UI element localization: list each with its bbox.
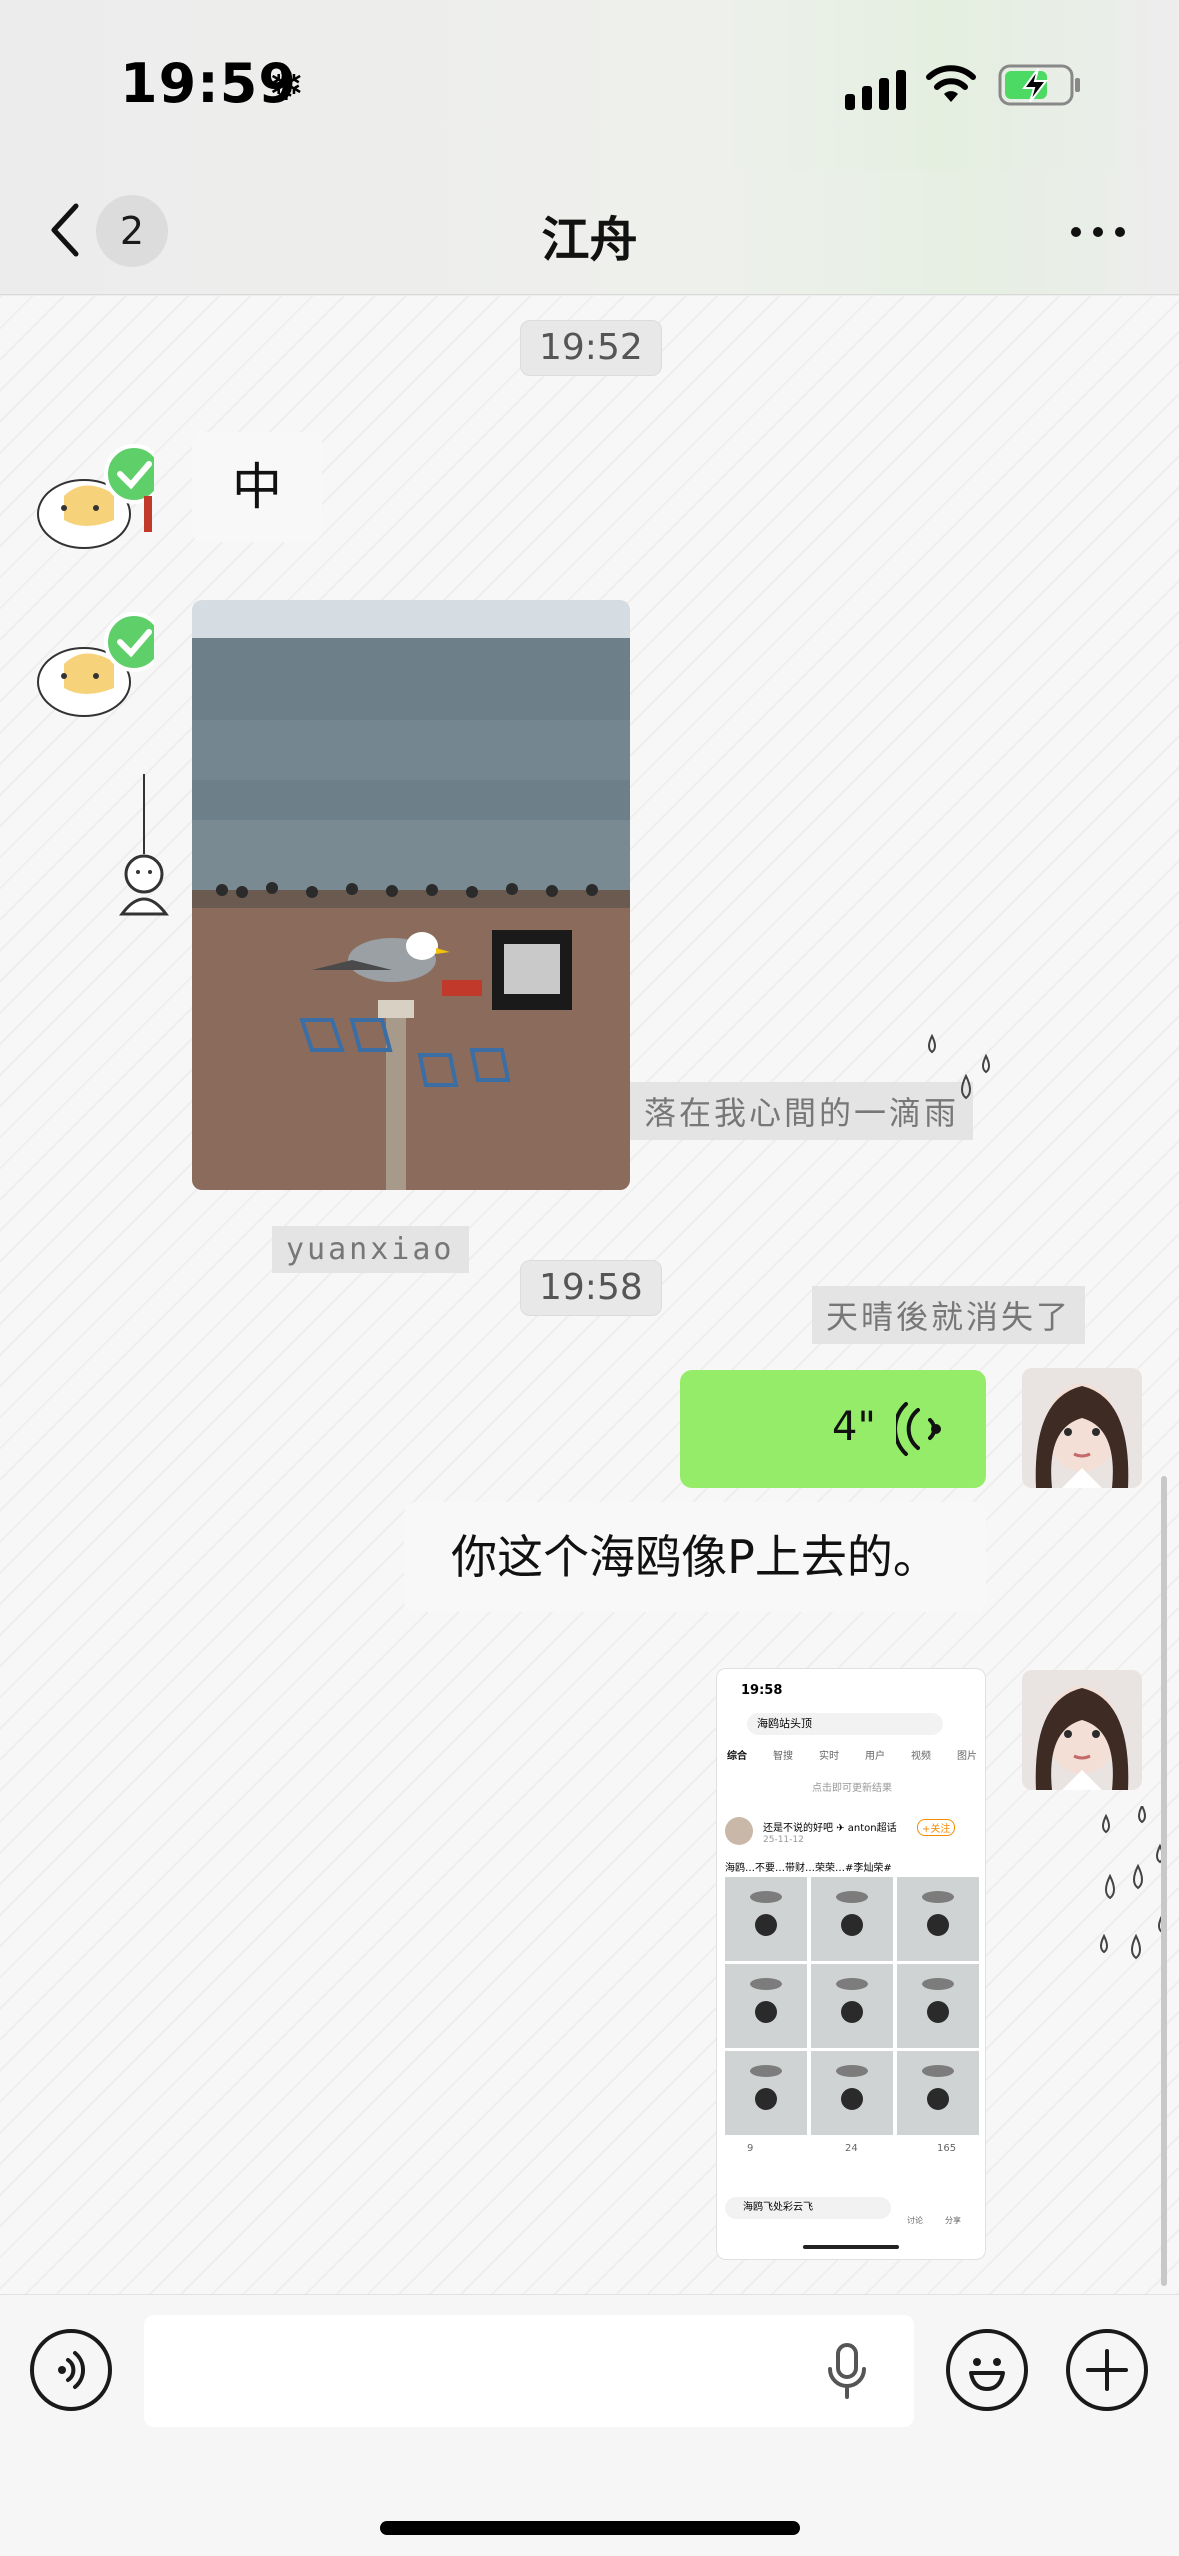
shared-stat-comment: 24 bbox=[845, 2143, 858, 2154]
wifi-icon bbox=[926, 65, 976, 102]
shared-photo-grid bbox=[725, 1877, 979, 2135]
message-image-seagull[interactable] bbox=[192, 600, 630, 1190]
signal-icon bbox=[845, 70, 906, 110]
message-input-bar bbox=[0, 2294, 1179, 2556]
microphone-icon[interactable] bbox=[824, 2343, 870, 2401]
emoji-button[interactable] bbox=[946, 2329, 1028, 2411]
shared-post-user: 还是不说的好吧 ✈ anton超话 bbox=[763, 1823, 897, 1834]
shared-tab: 视频 bbox=[911, 1751, 931, 1762]
more-dots-icon[interactable] bbox=[1068, 222, 1128, 242]
shared-time: 19:58 bbox=[741, 1683, 783, 1698]
shared-post-date: 25-11-12 bbox=[763, 1835, 804, 1845]
shared-tabs: 综合 智搜 实时 用户 视频 图片 bbox=[727, 1747, 977, 1762]
voice-duration: 4" bbox=[832, 1404, 876, 1450]
shared-action-share: 分享 bbox=[945, 2216, 961, 2225]
status-bar: 19:59 ❄ bbox=[0, 0, 1179, 170]
raindrop-decoration bbox=[1100, 1806, 1166, 1960]
voice-mode-button[interactable] bbox=[30, 2329, 112, 2411]
shared-post-text: 海鸥…不要…带财…荣荣…#李灿荣# bbox=[725, 1863, 892, 1874]
plus-button[interactable] bbox=[1066, 2329, 1148, 2411]
battery-charging-icon bbox=[998, 64, 1080, 106]
message-bubble-text[interactable]: 中 bbox=[192, 432, 322, 542]
chat-title: 江舟 bbox=[541, 212, 638, 268]
shared-refresh-hint: 点击即可更新结果 bbox=[812, 1783, 892, 1794]
user-avatar[interactable] bbox=[1022, 1670, 1142, 1790]
voice-mode-icon bbox=[58, 2351, 86, 2389]
shared-stat-like: 165 bbox=[937, 2143, 957, 2154]
user-avatar[interactable] bbox=[1022, 1368, 1142, 1488]
plus-icon bbox=[1086, 2349, 1128, 2391]
message-timestamp: 19:52 bbox=[520, 320, 662, 376]
voice-message-bubble[interactable]: 4" bbox=[680, 1370, 986, 1488]
raindrop-decoration bbox=[928, 1033, 990, 1100]
decor-tag-sunny: 天晴後就消失了 bbox=[812, 1286, 1086, 1344]
message-timestamp: 19:58 bbox=[520, 1260, 662, 1316]
shared-action-discuss: 讨论 bbox=[907, 2216, 923, 2225]
shared-follow-button: +关注 bbox=[917, 1819, 956, 1836]
voice-wave-icon bbox=[896, 1402, 941, 1456]
message-input[interactable] bbox=[144, 2315, 914, 2427]
chat-nav-bar: 2 江舟 bbox=[0, 170, 1179, 295]
shared-tab: 综合 bbox=[727, 1751, 747, 1762]
contact-avatar[interactable] bbox=[34, 604, 154, 724]
shared-tab: 实时 bbox=[819, 1751, 839, 1762]
contact-avatar[interactable] bbox=[34, 436, 154, 556]
shared-search-box: 海鸥站头顶 bbox=[747, 1713, 943, 1735]
shared-home-indicator bbox=[803, 2245, 899, 2249]
shared-bottom-search: 海鸥飞处彩云飞 bbox=[725, 2197, 891, 2219]
shared-post-avatar bbox=[725, 1817, 753, 1845]
emoji-icon bbox=[969, 2358, 1005, 2391]
shared-tab: 图片 bbox=[957, 1751, 977, 1762]
shared-tab: 智搜 bbox=[773, 1751, 793, 1762]
decor-tag-yuanxiao: yuanxiao bbox=[272, 1226, 469, 1273]
chat-message-list[interactable]: 19:52 中 yuanxiao 落在我心間的一滴雨 天晴後就消失了 19:58… bbox=[0, 296, 1179, 2294]
chat-scrollbar[interactable] bbox=[1161, 1476, 1167, 2286]
message-image-screenshot[interactable]: 19:58 海鸥站头顶 综合 智搜 实时 用户 视频 图片 点击即可更新结果 还… bbox=[716, 1668, 986, 2260]
shared-stat-repost: 9 bbox=[747, 2143, 754, 2154]
shared-tab: 用户 bbox=[865, 1751, 885, 1762]
home-indicator[interactable] bbox=[380, 2521, 800, 2535]
snowflake-icon: ❄ bbox=[268, 60, 305, 111]
message-bubble-text[interactable]: 你这个海鸥像P上去的。 bbox=[404, 1502, 986, 1612]
hanging-doll-decoration bbox=[119, 774, 169, 916]
